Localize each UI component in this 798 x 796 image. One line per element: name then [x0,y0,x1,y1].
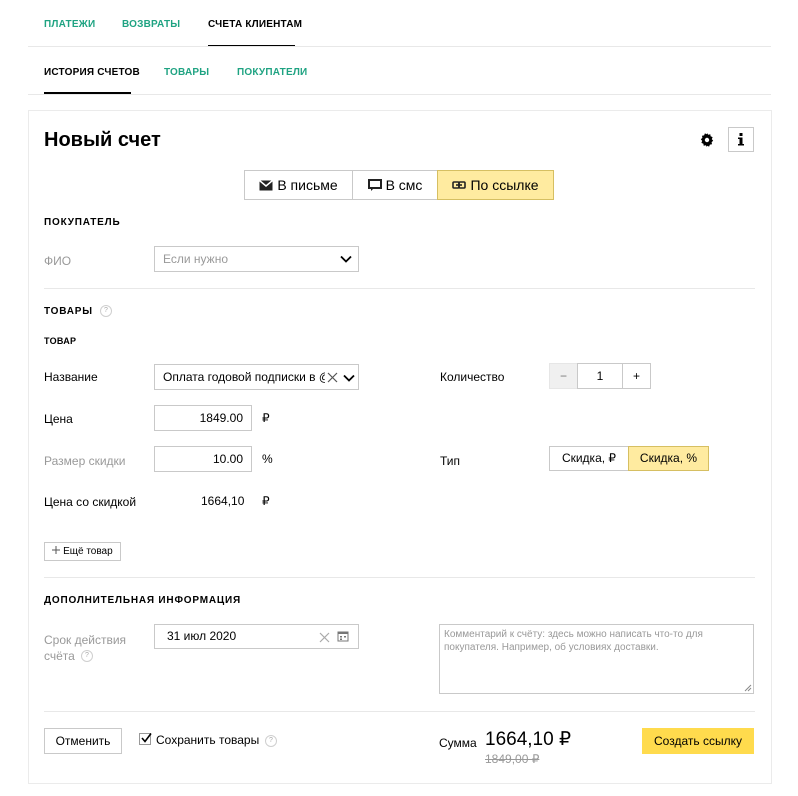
item-title: ТОВАР [44,336,77,346]
help-icon[interactable]: ? [265,735,277,747]
divider [44,577,755,578]
help-icon[interactable]: ? [81,650,93,662]
tab-buyers[interactable]: ПОКУПАТЕЛИ [237,67,307,78]
cancel-button[interactable]: Отменить [44,728,122,754]
comment-textarea[interactable]: Комментарий к счёту: здесь можно написат… [439,624,754,694]
resize-handle-icon[interactable] [744,684,752,692]
delivery-email-label: В письме [277,177,338,193]
sum-label: Сумма [439,736,477,750]
clear-icon[interactable] [327,372,338,383]
price-currency: ₽ [262,411,270,425]
delivery-email-button[interactable]: В письме [244,170,353,200]
tab-client-invoices[interactable]: СЧЕТА КЛИЕНТАМ [208,19,302,30]
chevron-down-icon [340,255,352,263]
delivery-sms-label: В смс [385,177,423,193]
divider [44,288,755,289]
chevron-down-icon[interactable] [343,373,355,383]
delivery-link-label: По ссылке [470,177,539,193]
discount-input[interactable]: 10.00 [154,446,252,472]
add-item-label: Ещё товар [63,546,113,557]
date-input[interactable]: 31 июл 2020 [154,624,359,649]
sms-icon [367,179,382,191]
tab-payments[interactable]: ПЛАТЕЖИ [44,19,95,30]
discounted-price-label: Цена со скидкой [44,495,137,509]
validity-label-line1: Срок действия [44,633,127,647]
checkbox-checked-icon [141,733,152,743]
discount-type-label: Тип [440,454,461,468]
discount-type-rub-button[interactable]: Скидка, ₽ [549,446,629,471]
divider [28,94,771,95]
calendar-icon[interactable] [337,630,349,642]
save-goods-checkbox[interactable] [139,733,152,745]
tab-goods[interactable]: ТОВАРЫ [164,67,209,78]
old-sum-value: 1849,00 ₽ [485,752,540,766]
comment-placeholder: Комментарий к счёту: здесь можно написат… [444,629,703,653]
buyer-section-title: ПОКУПАТЕЛЬ [44,217,121,228]
item-name-select[interactable]: Оплата годовой подписки в @ [154,364,359,390]
goods-section-title: ТОВАРЫ [44,306,93,317]
price-label: Цена [44,412,73,426]
discount-label: Размер скидки [44,454,126,468]
sum-value: 1664,10 ₽ [485,729,572,750]
tab-refunds[interactable]: ВОЗВРАТЫ [122,19,180,30]
info-icon [738,133,744,146]
add-item-button[interactable]: Ещё товар [44,542,121,561]
quantity-input[interactable]: 1 [577,363,623,389]
discounted-price-value: 1664,10 [201,494,245,508]
quantity-increment-button[interactable]: + [622,363,651,389]
divider [44,711,755,712]
extra-section-title: ДОПОЛНИТЕЛЬНАЯ ИНФОРМАЦИЯ [44,595,241,606]
link-icon [452,181,467,189]
info-button[interactable] [728,127,754,152]
page-title: Новый счет [44,129,161,151]
quantity-label: Количество [440,370,505,384]
delivery-link-button[interactable]: По ссылке [437,170,554,200]
fio-label: ФИО [44,254,72,268]
quantity-decrement-button[interactable]: − [549,363,578,389]
divider [28,46,771,47]
save-goods-label: Сохранить товары [156,733,260,747]
discount-percent: % [262,452,273,466]
discounted-price-currency: ₽ [262,494,270,508]
envelope-icon [259,179,274,191]
create-link-button[interactable]: Создать ссылку [642,728,754,754]
discount-type-percent-button[interactable]: Скидка, % [628,446,709,471]
help-icon[interactable]: ? [100,305,112,317]
gear-icon[interactable] [699,132,715,148]
price-input[interactable]: 1849.00 [154,405,252,431]
tab-invoice-history[interactable]: ИСТОРИЯ СЧЕТОВ [44,67,140,78]
fio-placeholder: Если нужно [163,252,228,266]
fio-select[interactable]: Если нужно [154,246,359,272]
item-name-value: Оплата годовой подписки в @ [163,370,332,384]
clear-icon[interactable] [319,632,330,643]
item-name-label: Название [44,370,98,384]
plus-icon [52,546,61,554]
date-value: 31 июл 2020 [167,629,237,643]
delivery-sms-button[interactable]: В смс [352,170,438,200]
